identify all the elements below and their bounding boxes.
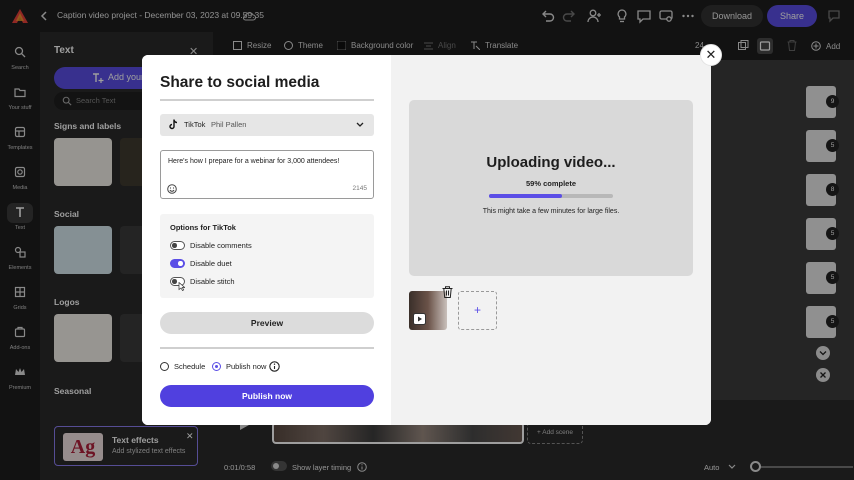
modal-close-button[interactable]: ✕ xyxy=(700,44,722,66)
preview-button[interactable]: Preview xyxy=(160,312,374,334)
schedule-label[interactable]: Schedule xyxy=(174,362,205,371)
account-name: Phil Pallen xyxy=(211,120,247,129)
account-platform: TikTok xyxy=(184,120,206,129)
options-title: Options for TikTok xyxy=(170,223,236,232)
publish-now-button[interactable]: Publish now xyxy=(160,385,374,407)
schedule-radio[interactable] xyxy=(160,362,169,371)
option-label: Disable comments xyxy=(190,241,252,250)
disable-duet-toggle[interactable] xyxy=(170,259,185,268)
publish-timing: Schedule Publish now xyxy=(160,361,374,373)
add-media-button[interactable]: + xyxy=(458,291,497,330)
tiktok-options: Options for TikTok Disable comments Disa… xyxy=(160,214,374,298)
option-label: Disable duet xyxy=(190,259,232,268)
caption-textarea[interactable]: Here's how I prepare for a webinar for 3… xyxy=(160,150,374,199)
upload-progress-fill xyxy=(489,194,563,198)
upload-percent: 59% complete xyxy=(525,179,577,188)
tiktok-icon xyxy=(169,119,178,130)
upload-progress-bar xyxy=(489,194,613,198)
info-icon[interactable] xyxy=(269,361,280,372)
disable-comments-toggle[interactable] xyxy=(170,241,185,250)
character-count: 2145 xyxy=(352,185,367,192)
mouse-cursor-icon xyxy=(178,282,185,291)
modal-title: Share to social media xyxy=(160,74,320,91)
emoji-icon[interactable] xyxy=(167,184,177,194)
share-to-social-modal: Share to social media TikTok Phil Pallen… xyxy=(142,55,711,425)
share-form: Share to social media TikTok Phil Pallen… xyxy=(142,55,391,425)
account-select[interactable]: TikTok Phil Pallen xyxy=(160,114,374,136)
publish-now-label[interactable]: Publish now xyxy=(226,362,266,371)
upload-note: This might take a few minutes for large … xyxy=(482,208,620,215)
caption-text: Here's how I prepare for a webinar for 3… xyxy=(168,158,340,165)
upload-pane: Uploading video... 59% complete This mig… xyxy=(391,55,711,425)
upload-title: Uploading video... xyxy=(486,154,616,171)
divider xyxy=(160,347,374,349)
upload-status-card: Uploading video... 59% complete This mig… xyxy=(409,100,693,276)
chevron-down-icon xyxy=(356,122,364,127)
divider xyxy=(160,99,374,101)
video-play-icon xyxy=(413,313,426,325)
option-label: Disable stitch xyxy=(190,277,235,286)
trash-icon[interactable] xyxy=(442,286,453,298)
publish-now-radio[interactable] xyxy=(212,362,221,371)
